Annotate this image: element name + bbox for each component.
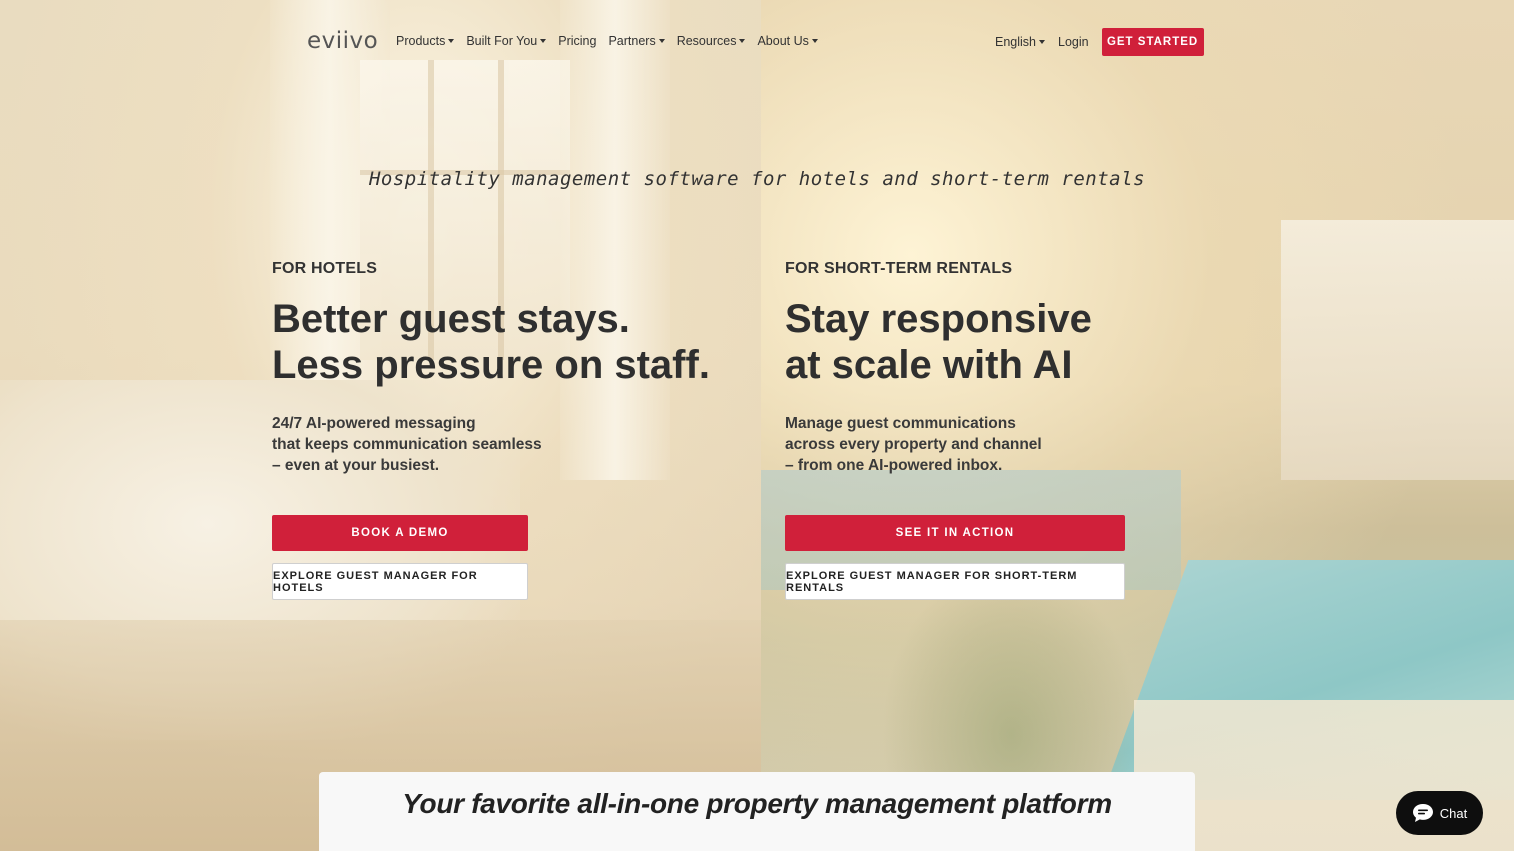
caret-down-icon bbox=[739, 39, 746, 43]
description-line: across every property and channel bbox=[785, 436, 1042, 453]
explore-hotels-button[interactable]: EXPLORE GUEST MANAGER FOR HOTELS bbox=[272, 563, 528, 600]
chat-bubble-icon bbox=[1412, 803, 1434, 823]
menu-item-built-for-you[interactable]: Built For You bbox=[466, 34, 547, 48]
menu-item-pricing[interactable]: Pricing bbox=[558, 34, 596, 48]
nav-actions: English Login GET STARTED bbox=[995, 28, 1204, 56]
menu-item-label: Resources bbox=[676, 34, 737, 48]
hotels-eyebrow: FOR HOTELS bbox=[272, 260, 378, 277]
description-line: that keeps communication seamless bbox=[272, 436, 542, 453]
rentals-section: FOR SHORT-TERM RENTALS Stay responsive a… bbox=[785, 260, 1145, 600]
headline-line: Better guest stays. bbox=[272, 297, 630, 341]
rentals-headline: Stay responsive at scale with AI bbox=[785, 296, 1145, 388]
book-demo-button[interactable]: BOOK A DEMO bbox=[272, 515, 528, 551]
language-label: English bbox=[995, 35, 1036, 49]
caret-down-icon bbox=[1039, 40, 1045, 44]
hotels-section: FOR HOTELS Better guest stays. Less pres… bbox=[272, 260, 710, 600]
menu-item-label: Products bbox=[396, 34, 446, 48]
menu-item-label: About Us bbox=[757, 34, 809, 48]
description-line: – even at your busiest. bbox=[272, 457, 440, 474]
menu-item-about-us[interactable]: About Us bbox=[757, 34, 818, 48]
menu-item-label: Pricing bbox=[558, 34, 597, 48]
rentals-description: Manage guest communications across every… bbox=[785, 413, 1145, 476]
platform-title: Your favorite all-in-one property manage… bbox=[402, 788, 1112, 819]
explore-rentals-button[interactable]: EXPLORE GUEST MANAGER FOR SHORT-TERM REN… bbox=[785, 563, 1125, 600]
main-menu: Products Built For You Pricing Partners … bbox=[396, 34, 830, 48]
chat-button[interactable]: Chat bbox=[1396, 791, 1483, 835]
get-started-button[interactable]: GET STARTED bbox=[1101, 28, 1204, 56]
description-line: Manage guest communications bbox=[785, 415, 1016, 432]
platform-card: Your favorite all-in-one property manage… bbox=[319, 772, 1195, 851]
description-line: – from one AI-powered inbox. bbox=[785, 457, 1003, 474]
menu-item-label: Partners bbox=[608, 34, 656, 48]
hero-tagline: Hospitality management software for hote… bbox=[368, 168, 1146, 190]
see-in-action-button[interactable]: SEE IT IN ACTION bbox=[785, 515, 1125, 551]
description-line: 24/7 AI-powered messaging bbox=[272, 415, 476, 432]
top-navigation: eviivo Products Built For You Pricing Pa… bbox=[0, 24, 1514, 60]
hotels-description: 24/7 AI-powered messaging that keeps com… bbox=[272, 413, 632, 476]
caret-down-icon bbox=[448, 39, 455, 43]
headline-line: Less pressure on staff. bbox=[272, 343, 710, 387]
menu-item-label: Built For You bbox=[466, 34, 538, 48]
caret-down-icon bbox=[811, 39, 818, 43]
pergola-image bbox=[1281, 220, 1514, 480]
login-link[interactable]: Login bbox=[1058, 35, 1089, 49]
headline-line: Stay responsive bbox=[785, 297, 1092, 341]
language-selector[interactable]: English bbox=[995, 35, 1045, 49]
menu-item-partners[interactable]: Partners bbox=[608, 34, 665, 48]
caret-down-icon bbox=[540, 39, 547, 43]
chat-label: Chat bbox=[1439, 805, 1468, 821]
eviivo-logo[interactable]: eviivo bbox=[307, 28, 378, 54]
rentals-eyebrow: FOR SHORT-TERM RENTALS bbox=[785, 260, 1013, 277]
headline-line: at scale with AI bbox=[785, 343, 1073, 387]
hotels-headline: Better guest stays. Less pressure on sta… bbox=[272, 296, 710, 388]
menu-item-resources[interactable]: Resources bbox=[677, 34, 746, 48]
menu-item-products[interactable]: Products bbox=[396, 34, 455, 48]
caret-down-icon bbox=[658, 39, 665, 43]
